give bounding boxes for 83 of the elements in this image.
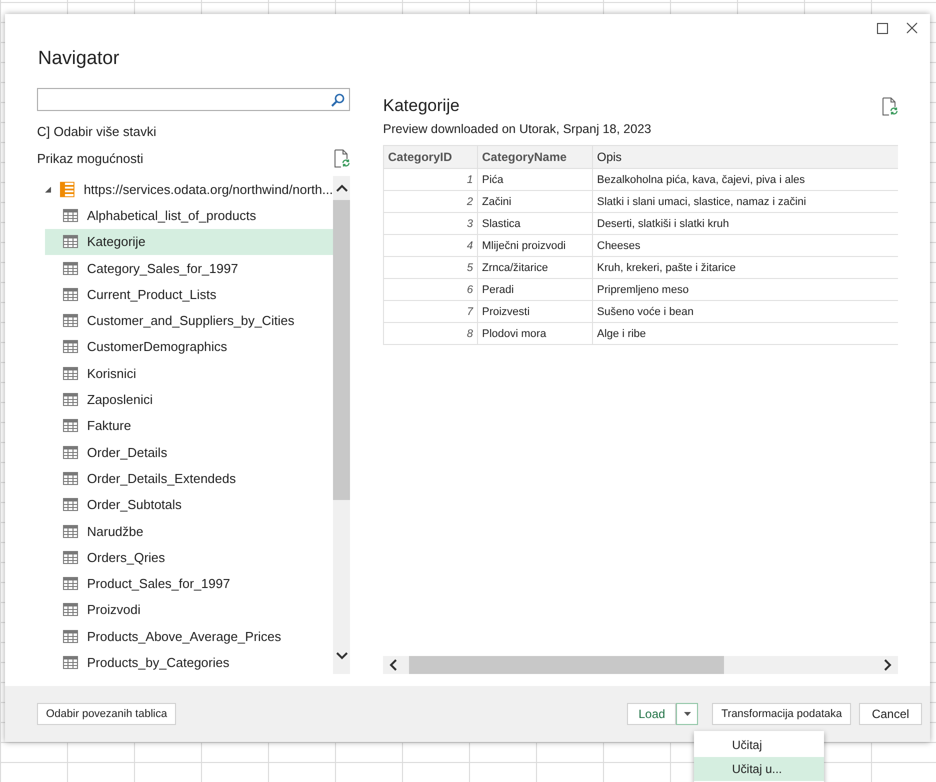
- table-list-item[interactable]: Customer_and_Suppliers_by_Cities: [45, 307, 333, 334]
- refresh-document-icon[interactable]: [334, 149, 350, 168]
- table-cell: 6: [384, 278, 478, 300]
- table-icon: [63, 656, 78, 669]
- table-list-item[interactable]: Product_Sales_for_1997: [45, 570, 333, 597]
- table-list-item[interactable]: Korisnici: [45, 360, 333, 386]
- preview-title: Kategorije: [383, 96, 460, 116]
- table-list-item[interactable]: Order_Details: [45, 438, 333, 466]
- table-list-item[interactable]: Proizvodi: [45, 596, 333, 624]
- table-cell: 4: [384, 234, 478, 256]
- table-cell: 3: [384, 212, 478, 234]
- data-source-label[interactable]: https://services.odata.org/northwind/north...: [84, 182, 333, 197]
- table-cell: 5: [384, 256, 478, 278]
- table-list-item[interactable]: Order_Details_Extendeds: [45, 465, 333, 492]
- caret-icon: [684, 712, 691, 716]
- scroll-down-icon[interactable]: [336, 652, 348, 660]
- table-list-item[interactable]: Fakture: [45, 412, 333, 439]
- cancel-button[interactable]: Cancel: [859, 703, 922, 725]
- table-cell: Peradi: [478, 278, 592, 300]
- refresh-document-icon[interactable]: [882, 96, 898, 116]
- table-list-item[interactable]: Kategorije: [45, 228, 333, 255]
- multi-select-label[interactable]: C] Odabir više stavki: [37, 124, 350, 139]
- table-cell: Zrnca/žitarice: [478, 256, 592, 278]
- close-icon[interactable]: [906, 22, 918, 34]
- table-cell: Pića: [478, 168, 592, 190]
- table-icon: [63, 340, 78, 354]
- table-icon: [63, 366, 78, 380]
- table-list-item[interactable]: Category_Sales_for_1997: [45, 254, 333, 282]
- table-list-item[interactable]: Narudžbe: [45, 518, 333, 544]
- search-field[interactable]: [37, 88, 350, 111]
- transform-data-button[interactable]: Transformacija podataka: [712, 703, 851, 725]
- table-icon: [63, 262, 78, 275]
- dialog-title: Navigator: [37, 47, 120, 71]
- table-cell: 2: [384, 190, 478, 212]
- table-list-item[interactable]: CustomerDemographics: [45, 334, 333, 360]
- table-list-item[interactable]: Current_Product_Lists: [45, 281, 333, 308]
- table-icon: [63, 288, 78, 301]
- vertical-scrollbar[interactable]: [333, 176, 350, 674]
- select-related-tables-button[interactable]: Odabir povezanih tablica: [37, 703, 176, 725]
- data-source-icon: [60, 180, 75, 198]
- table-list-item[interactable]: Orders_Qries: [45, 544, 333, 570]
- table-list-item[interactable]: Order_Subtotals: [45, 492, 333, 518]
- scroll-left-icon[interactable]: [389, 659, 397, 671]
- table-cell: 8: [384, 322, 478, 344]
- table-icon: [63, 314, 78, 328]
- table-cell: 7: [384, 300, 478, 322]
- load-button[interactable]: Load: [627, 703, 676, 725]
- table-list-item[interactable]: Alphabetical_list_of_products: [45, 202, 333, 229]
- column-header: Opis: [592, 146, 898, 168]
- table-icon: [63, 630, 78, 643]
- scroll-right-icon[interactable]: [884, 659, 892, 671]
- table-icon: [63, 208, 78, 222]
- table-icon: [63, 472, 78, 485]
- table-icon: [63, 577, 78, 590]
- table-cell: Mliječni proizvodi: [478, 234, 592, 256]
- table-icon: [63, 419, 78, 432]
- maximize-icon[interactable]: [877, 22, 888, 34]
- table-cell: 1: [384, 168, 478, 190]
- table-cell: Slastica: [478, 212, 592, 234]
- table-list-item[interactable]: Products_by_Categories: [45, 649, 333, 674]
- table-icon: [63, 550, 78, 564]
- load-options-button[interactable]: [676, 703, 698, 725]
- table-cell: Plodovi mora: [478, 322, 592, 344]
- table-list-item[interactable]: Products_Above_Average_Prices: [45, 623, 333, 650]
- table-icon: [63, 603, 78, 616]
- column-header: CategoryID: [384, 146, 478, 168]
- menu-item[interactable]: Učitaj: [694, 733, 824, 757]
- table-icon: [63, 498, 78, 512]
- horizontal-scrollbar[interactable]: [383, 656, 898, 674]
- table-cell: Začini: [478, 190, 592, 212]
- table-cell: Proizvesti: [478, 300, 592, 322]
- table-list-item[interactable]: Zaposlenici: [45, 386, 333, 413]
- table-icon: [63, 393, 78, 406]
- table-icon: [63, 446, 78, 459]
- preview-subtitle: Preview downloaded on Utorak, Srpanj 18, 2023: [383, 122, 652, 136]
- table-icon: [63, 235, 78, 248]
- search-icon: [331, 92, 345, 106]
- display-options-label[interactable]: Prikaz mogućnosti: [37, 151, 144, 166]
- expanded-triangle-icon[interactable]: [45, 186, 52, 193]
- column-header: CategoryName: [478, 146, 592, 168]
- scroll-up-icon[interactable]: [336, 184, 348, 192]
- menu-item[interactable]: Učitaj u...: [694, 757, 824, 781]
- table-icon: [63, 524, 78, 538]
